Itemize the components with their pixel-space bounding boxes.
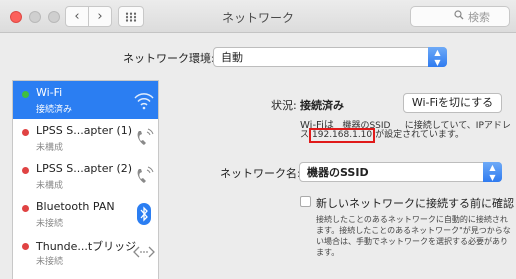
updown-arrow-icon: ▲ ▼ — [483, 162, 502, 182]
network-name-label: ネットワーク名: — [220, 167, 301, 180]
service-name: Thunde...tブリッジ — [36, 240, 137, 253]
status-description-line2: ス 192.168.1.10 が設定されています。 — [300, 127, 464, 143]
status-label: 状況: — [271, 99, 297, 112]
service-item-bluetooth-pan[interactable]: Bluetooth PAN 未接続 — [13, 195, 158, 233]
ip-address-highlight: 192.168.1.10 — [309, 128, 376, 143]
ask-to-join-help-1: 接続したことのあるネットワークに自動的に接続され — [316, 215, 508, 224]
wifi-icon — [134, 93, 154, 110]
desc-text: ス — [300, 130, 310, 140]
service-name: LPSS S...apter (1) — [36, 124, 133, 137]
service-status: 未構成 — [36, 181, 64, 191]
service-status: 未接続 — [36, 257, 64, 267]
service-name: Wi-Fi — [36, 86, 63, 99]
ask-to-join-help-2: ます。接続したことのあるネットワーク"が見つからな — [316, 226, 511, 235]
magnifier-icon — [454, 10, 464, 23]
status-dot — [22, 129, 29, 136]
service-item-lpss-1[interactable]: LPSS S...apter (1) 未構成 — [13, 119, 158, 157]
service-item-lpss-2[interactable]: LPSS S...apter (2) 未構成 — [13, 157, 158, 195]
status-dot — [22, 91, 29, 98]
title-bar: ‹ › ネットワーク 検索 — [0, 0, 516, 33]
status-dot — [22, 167, 29, 174]
service-list: Wi-Fi 接続済み LPSS S...apter (1) 未構成 LPSS S… — [12, 80, 159, 279]
location-value: 自動 — [221, 51, 243, 64]
updown-arrow-icon: ▲ ▼ — [428, 47, 447, 67]
location-label: ネットワーク環境: — [123, 52, 215, 65]
phone-icon — [137, 128, 154, 145]
bluetooth-icon — [137, 203, 151, 225]
network-name-select[interactable]: 機器のSSID ▲ ▼ — [299, 162, 502, 182]
service-item-thunderbolt-bridge[interactable]: Thunde...tブリッジ 未接続 — [13, 233, 158, 271]
ask-to-join-checkbox[interactable] — [300, 196, 311, 207]
ask-to-join-label: 新しいネットワークに接続する前に確認 — [316, 197, 514, 210]
service-status: 未構成 — [36, 143, 64, 153]
search-placeholder: 検索 — [468, 10, 490, 24]
status-dot — [22, 243, 29, 250]
status-value: 接続済み — [300, 99, 344, 112]
ask-to-join-help-3: い場合は、手動でネットワークを選択する必要があり — [316, 237, 508, 246]
network-name-value: 機器のSSID — [307, 166, 369, 179]
service-item-wifi[interactable]: Wi-Fi 接続済み — [13, 81, 158, 119]
service-status: 接続済み — [36, 105, 73, 115]
status-dot — [22, 205, 29, 212]
service-name: LPSS S...apter (2) — [36, 162, 133, 175]
ask-to-join-help-4: ます。 — [316, 248, 340, 257]
service-name: Bluetooth PAN — [36, 200, 115, 213]
ip-address: 192.168.1.10 — [312, 130, 373, 140]
phone-icon — [137, 166, 154, 183]
service-status: 未接続 — [36, 219, 64, 229]
thunderbolt-bridge-icon — [133, 246, 155, 258]
turn-wifi-off-button[interactable]: Wi-Fiを切にする — [403, 93, 502, 113]
search-field[interactable]: 検索 — [410, 6, 510, 27]
desc-text: が設定されています。 — [375, 130, 464, 140]
location-select[interactable]: 自動 ▲ ▼ — [213, 47, 447, 67]
